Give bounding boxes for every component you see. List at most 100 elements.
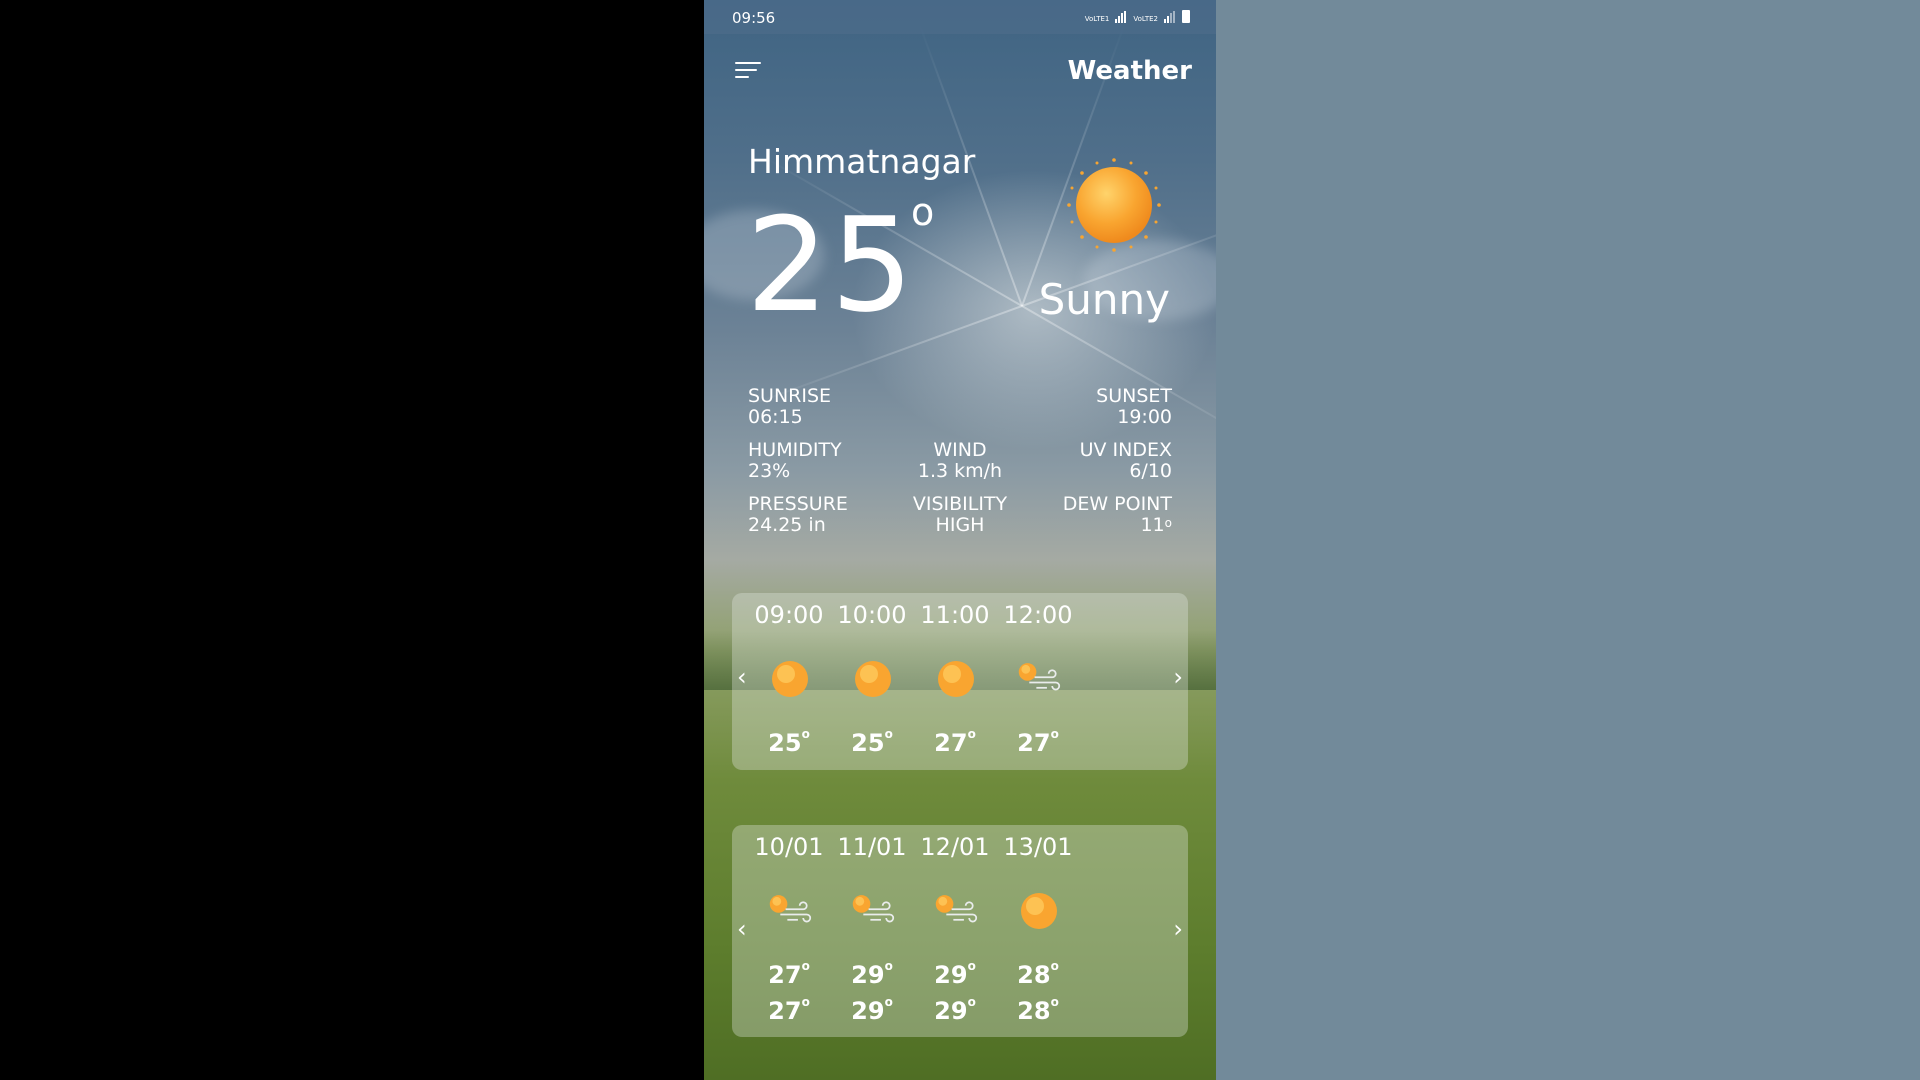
hourly-time: 11:00: [920, 601, 990, 629]
sun-wind-icon: [851, 889, 895, 933]
current-temperature: 25: [746, 189, 916, 341]
hourly-prev-arrow[interactable]: ‹: [737, 663, 747, 691]
sun-icon: [1017, 889, 1061, 933]
uv-index-stat: UV INDEX 6/10: [1080, 440, 1172, 482]
degree-symbol: o: [967, 995, 976, 1009]
degree-symbol: o: [801, 727, 810, 741]
degree-symbol: o: [884, 959, 893, 973]
hourly-temp-value: 27: [934, 729, 968, 757]
daily-item: 13/01 28o 28o: [993, 833, 1083, 1025]
wind-value: 1.3 km/h: [917, 460, 1003, 482]
volte-2-label: VoLTE2: [1133, 15, 1158, 23]
sun-wind-icon: [934, 889, 978, 933]
sun-icon: [934, 657, 978, 701]
daily-date: 12/01: [920, 833, 990, 861]
hourly-temp: 27o: [993, 727, 1083, 757]
sunset-stat: SUNSET 19:00: [1096, 386, 1172, 428]
app-title: Weather: [1067, 56, 1192, 86]
degree-symbol: o: [967, 727, 976, 741]
dew-point-value: 11o: [1063, 515, 1172, 536]
visibility-label: VISIBILITY: [912, 493, 1008, 515]
uv-index-label: UV INDEX: [1079, 439, 1172, 461]
daily-forecast-card: ‹ › 10/01 27o 27o 11/01 29o 29o 12/01 29o 29o 13/…: [732, 825, 1188, 1037]
weather-condition: Sunny: [1038, 275, 1170, 324]
hamburger-menu-icon[interactable]: [735, 60, 761, 80]
uv-index-value: 6/10: [1129, 460, 1172, 482]
hourly-next-arrow[interactable]: ›: [1173, 663, 1183, 691]
volte-1-label: VoLTE1: [1084, 15, 1110, 23]
daily-high-value: 29: [934, 961, 968, 989]
hourly-temp-value: 25: [851, 729, 885, 757]
daily-low: 27o: [744, 995, 834, 1025]
daily-item: 10/01 27o 27o: [744, 833, 834, 1025]
sunrise-stat: SUNRISE 06:15: [748, 386, 831, 428]
daily-date: 11/01: [837, 833, 907, 861]
wind-label: WIND: [933, 439, 987, 461]
degree-symbol: o: [911, 190, 935, 234]
degree-symbol: o: [1050, 959, 1059, 973]
degree-symbol: o: [801, 995, 810, 1009]
battery-icon: [1182, 10, 1190, 23]
right-background-pane: [1216, 0, 1920, 1080]
hourly-forecast-card: ‹ › 09:00 25o 10:00 25o 11:00 27o 12:00 27o: [732, 593, 1188, 770]
daily-low-value: 29: [934, 997, 968, 1025]
daily-next-arrow[interactable]: ›: [1173, 915, 1183, 943]
daily-high: 27o: [744, 959, 834, 989]
sun-ray-decoration: [1021, 305, 1216, 457]
daily-low: 29o: [827, 995, 917, 1025]
pressure-stat: PRESSURE 24.25 in: [748, 494, 848, 536]
sun-wind-icon: [1017, 657, 1061, 701]
hourly-temp: 25o: [744, 727, 834, 757]
city-name: Himmatnagar: [748, 142, 976, 181]
status-bar: 09:56 VoLTE1 VoLTE2: [704, 0, 1216, 34]
sun-wind-icon: [768, 889, 812, 933]
daily-item: 11/01 29o 29o: [827, 833, 917, 1025]
daily-item: 12/01 29o 29o: [910, 833, 1000, 1025]
daily-low-value: 29: [851, 997, 885, 1025]
sunrise-value: 06:15: [748, 406, 803, 428]
dew-point-label: DEW POINT: [1062, 493, 1172, 515]
dew-point-stat: DEW POINT 11o: [1063, 494, 1172, 536]
daily-high: 29o: [910, 959, 1000, 989]
degree-symbol: o: [884, 995, 893, 1009]
hourly-item: 09:00 25o: [744, 601, 834, 757]
daily-low: 28o: [993, 995, 1083, 1025]
humidity-label: HUMIDITY: [748, 439, 842, 461]
daily-low-value: 28: [1017, 997, 1051, 1025]
daily-high: 28o: [993, 959, 1083, 989]
sunset-label: SUNSET: [1096, 385, 1172, 407]
degree-symbol: o: [801, 959, 810, 973]
daily-high-value: 28: [1017, 961, 1051, 989]
visibility-value: HIGH: [935, 514, 985, 536]
hourly-temp: 27o: [910, 727, 1000, 757]
daily-prev-arrow[interactable]: ‹: [737, 915, 747, 943]
left-letterbox: [0, 0, 704, 1080]
daily-date: 10/01: [754, 833, 824, 861]
sun-icon: [768, 657, 812, 701]
degree-symbol: o: [884, 727, 893, 741]
visibility-stat: VISIBILITY HIGH: [900, 494, 1020, 536]
pressure-value: 24.25 in: [748, 514, 826, 536]
sunrise-label: SUNRISE: [748, 385, 832, 407]
degree-symbol: o: [1050, 727, 1059, 741]
hourly-item: 10:00 25o: [827, 601, 917, 757]
daily-high-value: 27: [768, 961, 802, 989]
sun-icon: [1067, 158, 1161, 252]
signal-icon: [1115, 11, 1127, 23]
hourly-time: 12:00: [1003, 601, 1073, 629]
daily-high: 29o: [827, 959, 917, 989]
hourly-temp: 25o: [827, 727, 917, 757]
status-time: 09:56: [732, 9, 776, 27]
phone-screen: 09:56 VoLTE1 VoLTE2 Weather Himmatnagar …: [704, 0, 1216, 1080]
degree-symbol: o: [1050, 995, 1059, 1009]
status-icons: VoLTE1 VoLTE2: [1085, 10, 1190, 23]
degree-symbol: o: [967, 959, 976, 973]
wind-stat: WIND 1.3 km/h: [900, 440, 1020, 482]
daily-date: 13/01: [1003, 833, 1073, 861]
daily-low-value: 27: [768, 997, 802, 1025]
hourly-item: 12:00 27o: [993, 601, 1083, 757]
sunset-value: 19:00: [1117, 406, 1172, 428]
signal-icon: [1164, 11, 1176, 23]
hourly-time: 09:00: [754, 601, 824, 629]
hourly-item: 11:00 27o: [910, 601, 1000, 757]
